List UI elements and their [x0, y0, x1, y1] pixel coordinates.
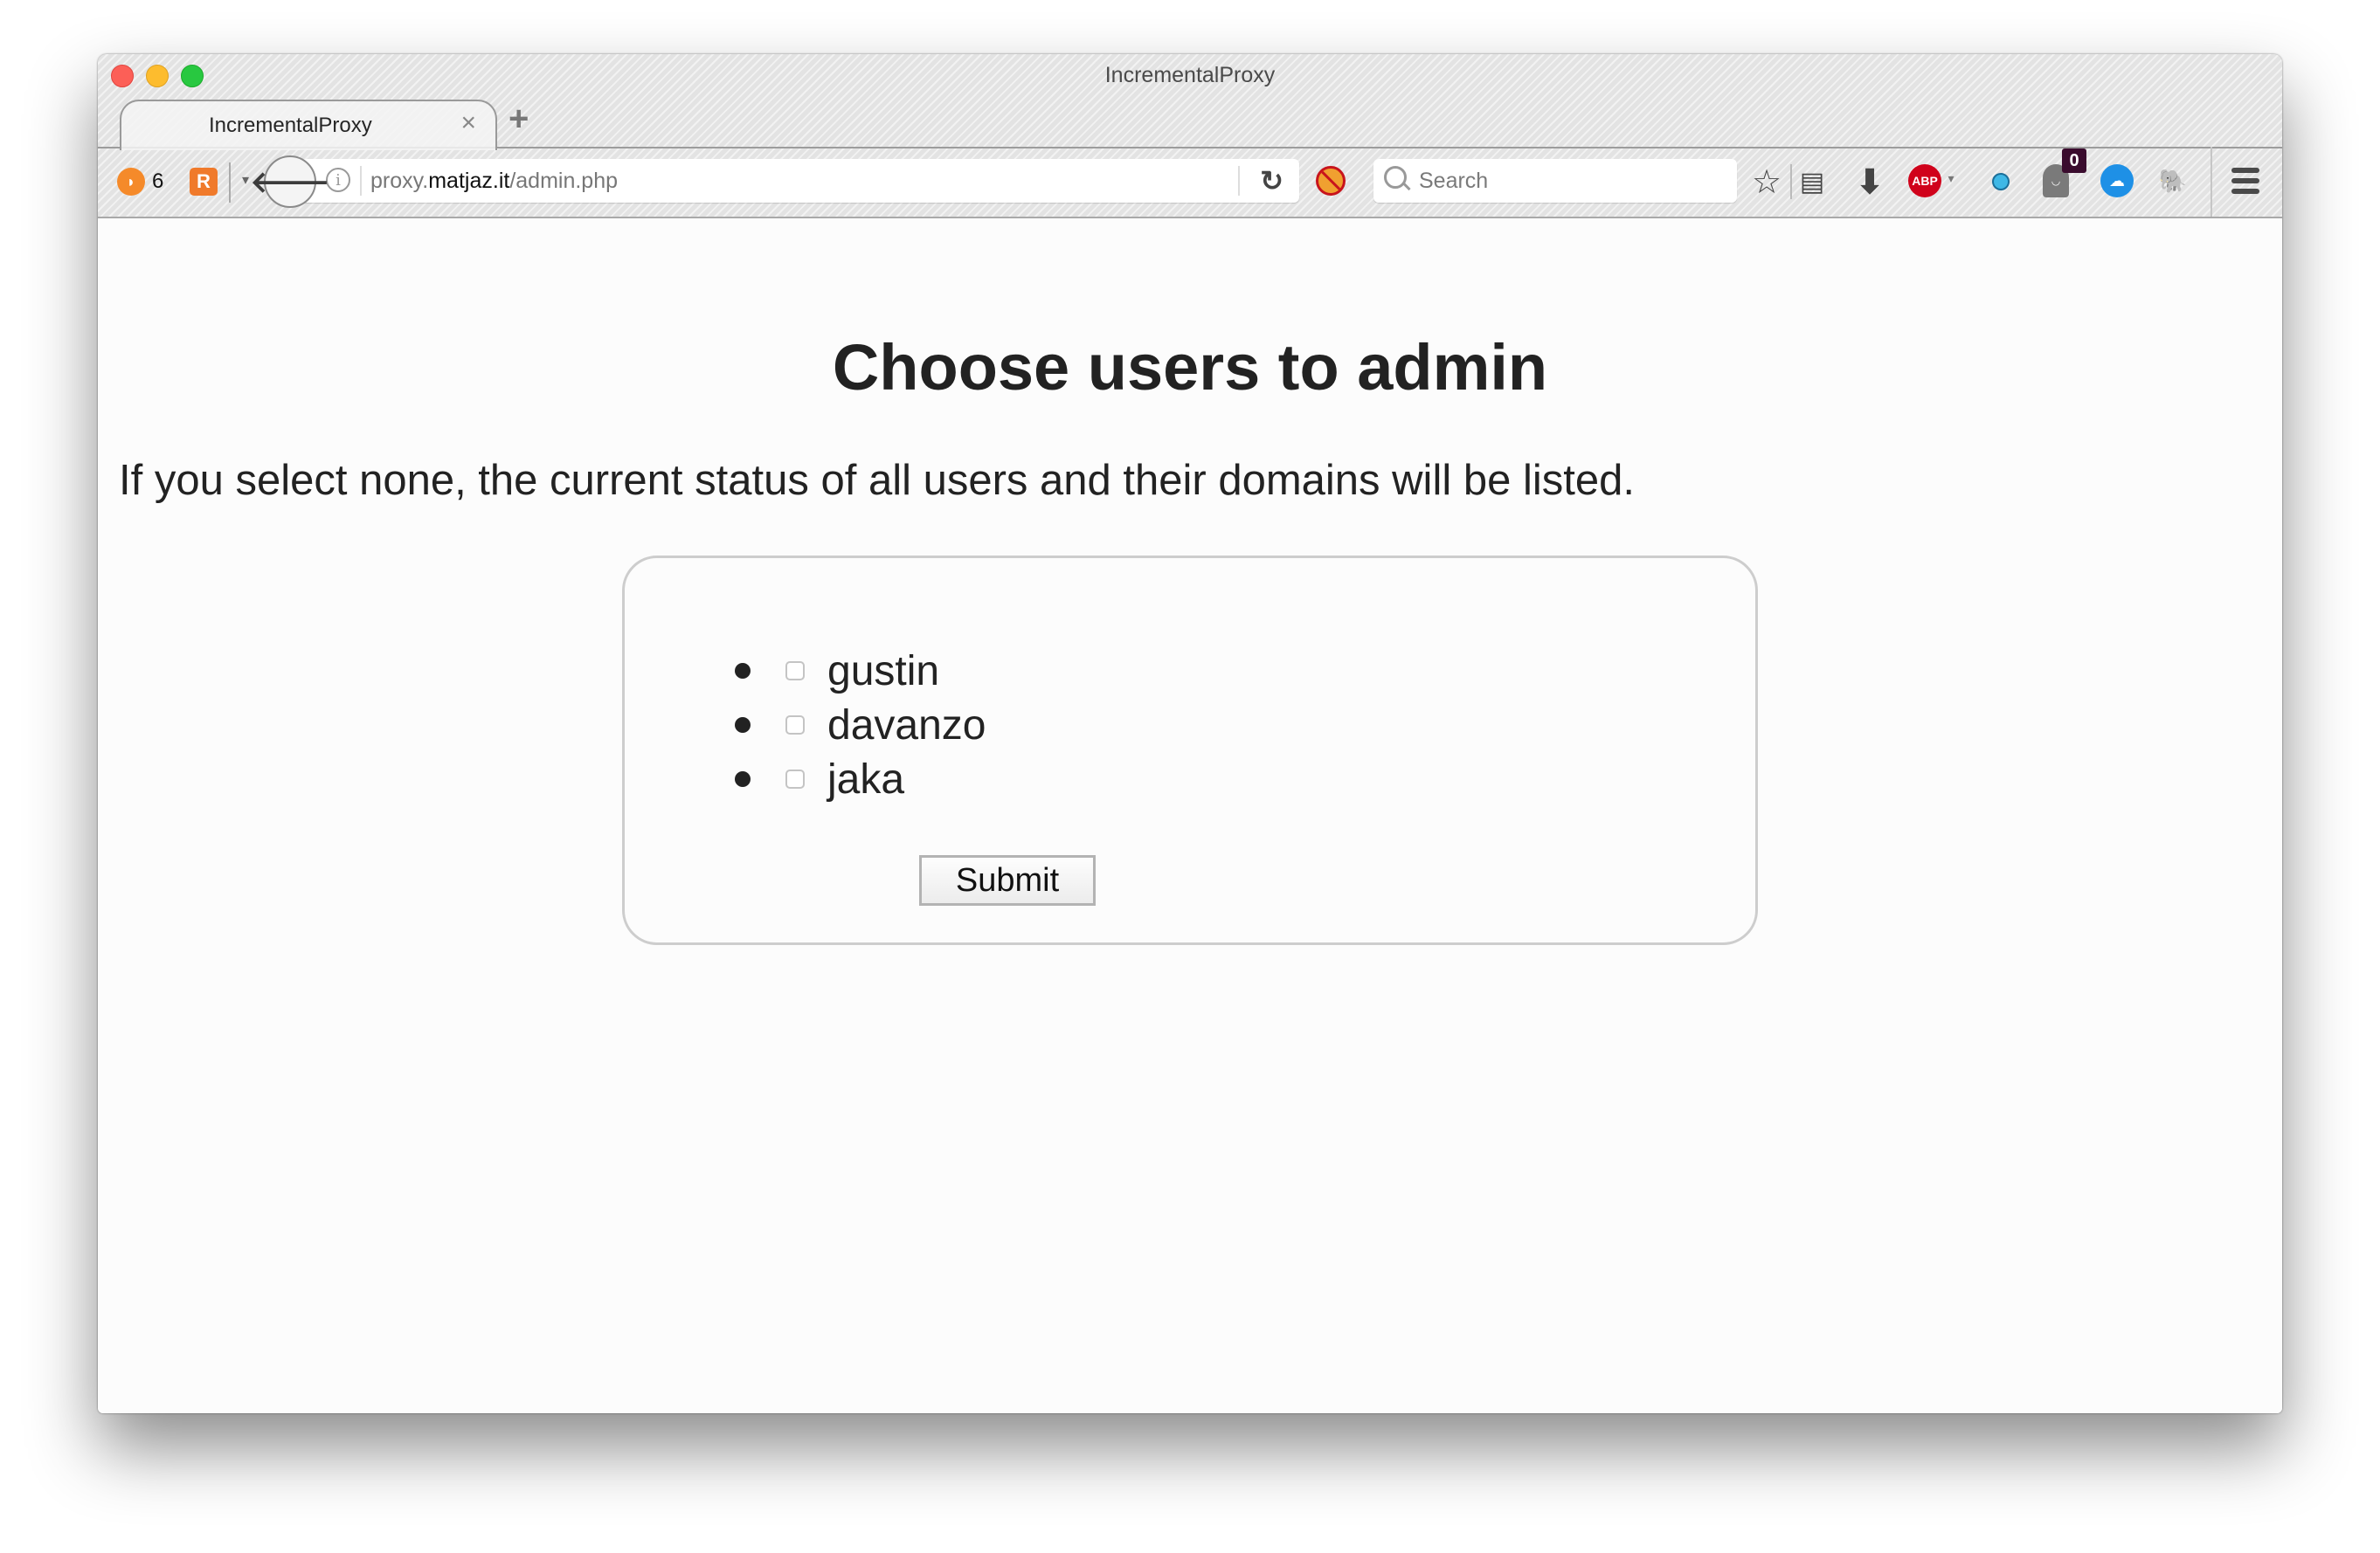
user-label: gustin — [827, 647, 940, 694]
reload-icon[interactable]: ↻ — [1260, 164, 1283, 197]
bullet-icon — [735, 663, 751, 679]
toolbar-separator — [2210, 147, 2212, 217]
browser-chrome: IncrementalProxy IncrementalProxy × + ◗ … — [98, 54, 2282, 218]
browser-window: IncrementalProxy IncrementalProxy × + ◗ … — [98, 54, 2282, 1413]
url-separator — [1238, 166, 1240, 196]
new-tab-button[interactable]: + — [509, 100, 529, 139]
menu-bar — [2231, 178, 2259, 183]
noscript-icon[interactable] — [1316, 166, 1346, 196]
url-text[interactable]: proxy.matjaz.it/admin.php — [370, 169, 618, 194]
ghostery-badge: 0 — [2062, 148, 2086, 173]
page-title: Choose users to admin — [832, 331, 1548, 404]
toolbar-separator — [229, 162, 231, 203]
user-checkbox-davanzo[interactable] — [785, 715, 805, 735]
nav-toolbar: ◗ 6 R ▾ i proxy.matjaz.it/admin.php ↻ 🡐 … — [98, 147, 2282, 217]
cloud-icon[interactable]: ☁ — [2100, 164, 2134, 197]
url-path: /admin.php — [509, 169, 619, 193]
search-input[interactable]: Search — [1373, 159, 1737, 203]
menu-bar — [2231, 168, 2259, 173]
hamburger-menu-icon[interactable] — [2230, 168, 2261, 194]
url-separator — [360, 166, 362, 196]
url-prefix: proxy. — [370, 169, 429, 193]
tab-incrementalproxy[interactable]: IncrementalProxy × — [120, 100, 497, 150]
user-label: jaka — [827, 756, 905, 803]
tab-title: IncrementalProxy — [209, 114, 372, 137]
user-checkbox-jaka[interactable] — [785, 770, 805, 789]
chevron-down-icon[interactable]: ▾ — [1943, 169, 1959, 187]
page-content: Choose users to admin If you select none… — [98, 218, 2282, 1413]
bookmark-star-icon[interactable]: ☆ — [1749, 162, 1784, 201]
evernote-icon[interactable]: 🐘 — [2159, 166, 2187, 196]
lightbeam-dot — [1992, 173, 2010, 190]
arrow-left-icon: 🡐 — [250, 165, 330, 199]
tab-close-icon[interactable]: × — [460, 108, 476, 138]
toolbar-separator — [1790, 164, 1792, 199]
download-icon[interactable]: ⬇ — [1852, 162, 1887, 201]
user-label: davanzo — [827, 701, 986, 749]
ghost-face: ◡ — [2051, 175, 2061, 187]
url-bar[interactable]: i proxy.matjaz.it/admin.php ↻ — [294, 159, 1299, 203]
window-title: IncrementalProxy — [1104, 63, 1276, 87]
rss-feed-icon[interactable]: ◗ — [117, 168, 145, 196]
search-icon — [1384, 166, 1407, 189]
page-description: If you select none, the current status o… — [119, 457, 1635, 504]
rss-unread-count: 6 — [152, 169, 164, 193]
tab-strip: IncrementalProxy × + — [98, 94, 2282, 150]
search-placeholder: Search — [1419, 169, 1489, 193]
bookmarks-list-icon[interactable]: ▤ — [1797, 164, 1827, 199]
user-checkbox-gustin[interactable] — [785, 661, 805, 680]
back-button[interactable]: 🡐 — [250, 155, 330, 208]
bullet-icon — [735, 717, 751, 733]
r-extension-icon[interactable]: R — [190, 168, 218, 196]
url-host: matjaz.it — [428, 169, 510, 193]
bullet-icon — [735, 771, 751, 787]
lightbeam-icon[interactable] — [1985, 166, 2017, 197]
adblock-plus-icon[interactable]: ABP — [1908, 164, 1941, 197]
user-selection-form: gustin davanzo jaka Submit — [622, 556, 1758, 945]
submit-button[interactable]: Submit — [919, 855, 1096, 906]
title-bar: IncrementalProxy — [98, 54, 2282, 94]
rss-glyph: ◗ — [126, 172, 136, 190]
menu-bar — [2231, 189, 2259, 194]
